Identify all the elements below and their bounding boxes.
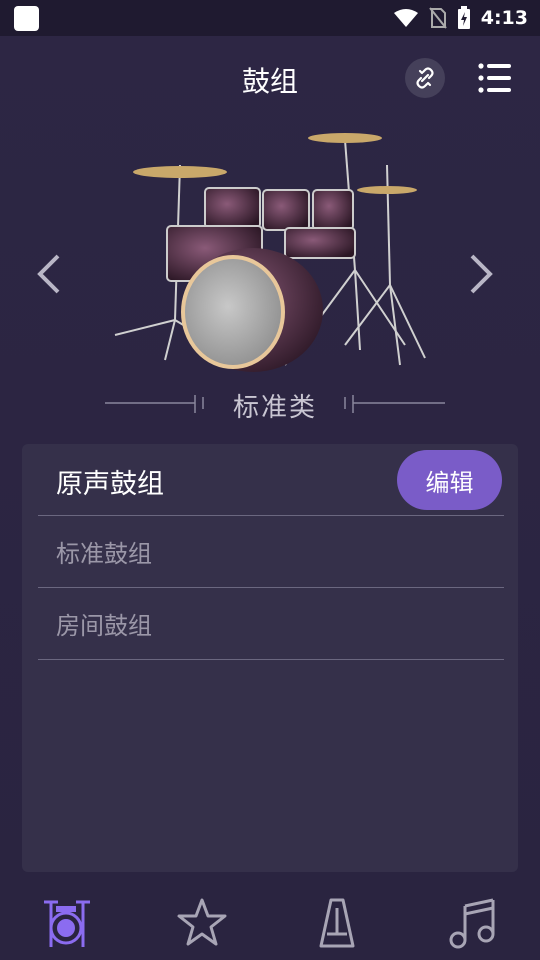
drum-kit-image — [114, 133, 426, 372]
next-kit-arrow[interactable] — [466, 252, 496, 296]
tab-metronome[interactable] — [307, 892, 367, 952]
bottom-nav — [0, 882, 540, 960]
menu-button[interactable] — [474, 58, 514, 98]
music-note-icon — [449, 898, 495, 949]
tab-music[interactable] — [442, 892, 502, 952]
list-item-acoustic-kit[interactable]: 原声鼓组 编辑 — [38, 444, 504, 516]
link-button[interactable] — [405, 58, 445, 98]
category-label: 标准类 — [232, 393, 317, 423]
unlink-icon — [416, 67, 434, 89]
list-item-label: 标准鼓组 — [56, 540, 152, 568]
page-title: 鼓组 — [241, 65, 298, 98]
notification-icon — [14, 6, 39, 31]
star-icon — [177, 898, 227, 946]
no-sim-icon — [428, 7, 447, 29]
list-menu-icon — [478, 63, 511, 93]
status-time: 4:13 — [480, 7, 528, 29]
list-item-room-kit[interactable]: 房间鼓组 — [38, 588, 504, 660]
drum-kit-icon — [44, 900, 90, 947]
edit-button[interactable]: 编辑 — [397, 450, 502, 510]
list-item-standard-kit[interactable]: 标准鼓组 — [38, 516, 504, 588]
wifi-icon — [393, 9, 418, 27]
metronome-icon — [319, 898, 355, 948]
previous-kit-arrow[interactable] — [34, 252, 64, 296]
tab-favorites[interactable] — [172, 892, 232, 952]
list-item-label: 原声鼓组 — [56, 469, 164, 500]
kit-list-panel: 原声鼓组 编辑 标准鼓组 房间鼓组 — [22, 444, 518, 872]
status-bar: 4:13 — [0, 0, 540, 36]
list-item-label: 房间鼓组 — [56, 612, 152, 640]
screen: 4:13 鼓组 标准类 原声鼓组 编辑 标准鼓组 房间鼓组 — [0, 0, 540, 960]
status-icons: 4:13 — [393, 0, 528, 36]
tab-drum-kit[interactable] — [36, 892, 96, 952]
battery-charging-icon — [457, 6, 470, 29]
category-selector: 标准类 — [95, 385, 455, 425]
